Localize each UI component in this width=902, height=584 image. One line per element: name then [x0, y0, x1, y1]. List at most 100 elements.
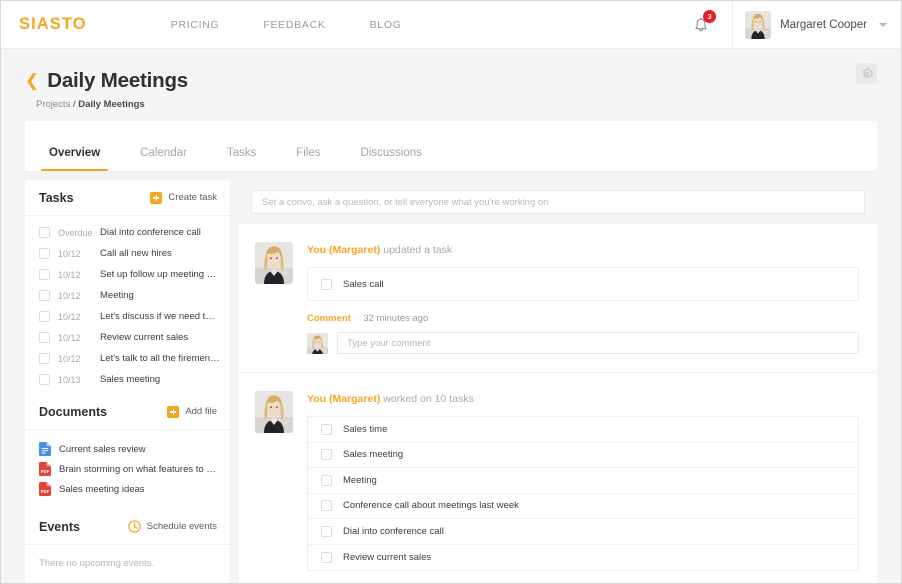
table-row[interactable]: Sales call: [308, 268, 858, 300]
top-right-controls: 3 Margaret Cooper: [684, 1, 901, 49]
user-menu[interactable]: Margaret Cooper: [732, 1, 901, 49]
document-name: Current sales review: [59, 443, 146, 455]
brand-logo[interactable]: SIASTO: [19, 15, 87, 34]
sidebar-task-list: Overdue Dial into conference call 10/12 …: [25, 216, 230, 394]
task-name: Set up follow up meeting abou...: [100, 269, 220, 280]
list-item[interactable]: 10/12 Set up follow up meeting abou...: [25, 264, 230, 285]
task-checkbox[interactable]: [39, 353, 50, 364]
task-checkbox[interactable]: [39, 227, 50, 238]
documents-panel-title: Documents: [39, 404, 108, 419]
table-row[interactable]: Dial into conference call: [308, 519, 858, 545]
events-empty-message: There no upcoming events.: [39, 558, 155, 569]
task-date: 10/12: [58, 290, 81, 301]
doc-file-icon: [39, 442, 51, 456]
documents-panel-header: Documents Add file: [25, 394, 230, 430]
nav-link-feedback[interactable]: FEEDBACK: [263, 19, 325, 31]
list-item[interactable]: 10/13 Sales meeting: [25, 369, 230, 390]
tab-files[interactable]: Files: [296, 147, 320, 172]
task-checkbox[interactable]: [39, 332, 50, 343]
task-checkbox[interactable]: [321, 449, 332, 461]
comment-label[interactable]: Comment: [307, 313, 351, 324]
notifications-button[interactable]: 3: [684, 8, 718, 42]
tasks-panel-header: Tasks Create task: [25, 180, 230, 216]
task-checkbox[interactable]: [321, 525, 332, 537]
table-row[interactable]: Sales time: [308, 417, 858, 443]
task-name: Review current sales: [343, 551, 432, 563]
list-item[interactable]: Overdue Dial into conference call: [25, 222, 230, 243]
task-checkbox[interactable]: [39, 269, 50, 280]
list-item[interactable]: PDF Brain storming on what features to b…: [25, 459, 230, 479]
comment-separator: ·: [355, 313, 359, 324]
tab-bar: Overview Calendar Tasks Files Discussion…: [25, 121, 877, 171]
chevron-down-icon: [879, 23, 887, 27]
create-task-button[interactable]: Create task: [150, 191, 217, 204]
breadcrumb-current: Daily Meetings: [78, 99, 145, 110]
task-checkbox[interactable]: [321, 423, 332, 435]
tab-discussions[interactable]: Discussions: [361, 147, 422, 172]
avatar: [307, 332, 328, 354]
table-row[interactable]: Meeting: [308, 468, 858, 494]
status-composer-input[interactable]: Set a convo, ask a question, or tell eve…: [251, 190, 865, 214]
list-item[interactable]: 10/12 Meeting: [25, 285, 230, 306]
document-name: Brain storming on what features to buil.…: [59, 463, 220, 475]
task-checkbox[interactable]: [321, 474, 332, 486]
task-checkbox[interactable]: [321, 500, 332, 512]
nav-link-blog[interactable]: BLOG: [370, 19, 402, 31]
add-file-button[interactable]: Add file: [167, 405, 217, 418]
table-row[interactable]: Sales meeting: [308, 443, 858, 468]
svg-text:PDF: PDF: [41, 469, 50, 474]
top-navigation-bar: SIASTO PRICING FEEDBACK BLOG 3 Margaret …: [1, 1, 901, 49]
feed-item-headline: You (Margaret) updated a task: [307, 244, 859, 256]
list-item[interactable]: 10/12 Review current sales: [25, 327, 230, 348]
breadcrumb-separator: /: [72, 99, 76, 110]
breadcrumb-parent[interactable]: Projects: [36, 99, 70, 110]
task-name: Call all new hires: [100, 248, 172, 259]
task-checkbox[interactable]: [39, 374, 50, 385]
avatar: [255, 391, 293, 433]
table-row[interactable]: Conference call about meetings last week: [308, 494, 858, 519]
feed-author[interactable]: You (Margaret): [307, 244, 380, 256]
task-checkbox[interactable]: [321, 278, 332, 290]
avatar: [745, 11, 772, 39]
feed-author[interactable]: You (Margaret): [307, 393, 380, 405]
pdf-file-icon: PDF: [39, 482, 51, 496]
project-settings-button[interactable]: [856, 63, 877, 84]
page-body: Tasks Create task Overdue Dial into conf…: [25, 180, 877, 583]
svg-text:PDF: PDF: [41, 489, 50, 494]
task-date: 10/12: [58, 332, 81, 343]
page-title-row: ❮ Daily Meetings: [25, 69, 877, 93]
tab-tasks[interactable]: Tasks: [227, 147, 256, 172]
task-checkbox[interactable]: [39, 290, 50, 301]
tab-calendar[interactable]: Calendar: [140, 147, 187, 172]
add-file-label: Add file: [185, 406, 217, 417]
task-name: Sales time: [343, 423, 388, 435]
create-task-label: Create task: [168, 192, 217, 203]
table-row[interactable]: Review current sales: [308, 545, 858, 571]
feed-action: updated a task: [383, 244, 453, 256]
schedule-events-button[interactable]: Schedule events: [128, 520, 217, 533]
task-checkbox[interactable]: [39, 248, 50, 259]
task-name: Meeting: [100, 290, 134, 301]
chevron-left-icon[interactable]: ❮: [25, 72, 39, 89]
list-item[interactable]: 10/12 Let's talk to all the firemen in t…: [25, 348, 230, 369]
comment-timestamp: 32 minutes ago: [363, 313, 429, 324]
events-panel-header: Events Schedule events: [25, 509, 230, 545]
task-date: Overdue: [58, 227, 93, 238]
task-checkbox[interactable]: [39, 311, 50, 322]
nav-link-pricing[interactable]: PRICING: [171, 19, 220, 31]
task-name: Conference call about meetings last week: [343, 500, 519, 512]
sidebar-document-list: Current sales review PDF Brain storming …: [25, 430, 230, 509]
list-item[interactable]: 10/12 Let's discuss if we need to ha...: [25, 306, 230, 327]
task-date: 10/12: [58, 269, 81, 280]
list-item[interactable]: PDF Sales meeting ideas: [25, 479, 230, 499]
task-checkbox[interactable]: [321, 551, 332, 563]
left-sidebar: Tasks Create task Overdue Dial into conf…: [25, 180, 230, 583]
list-item[interactable]: 10/12 Call all new hires: [25, 243, 230, 264]
list-item[interactable]: Current sales review: [25, 439, 230, 459]
tasks-panel-title: Tasks: [39, 190, 74, 205]
feed-item: You (Margaret) updated a task Sales call…: [239, 224, 877, 373]
feed-action: worked on 10 tasks: [383, 393, 474, 405]
tab-overview[interactable]: Overview: [40, 147, 109, 172]
comment-input[interactable]: Type your comment: [337, 332, 859, 354]
avatar: [255, 242, 293, 284]
